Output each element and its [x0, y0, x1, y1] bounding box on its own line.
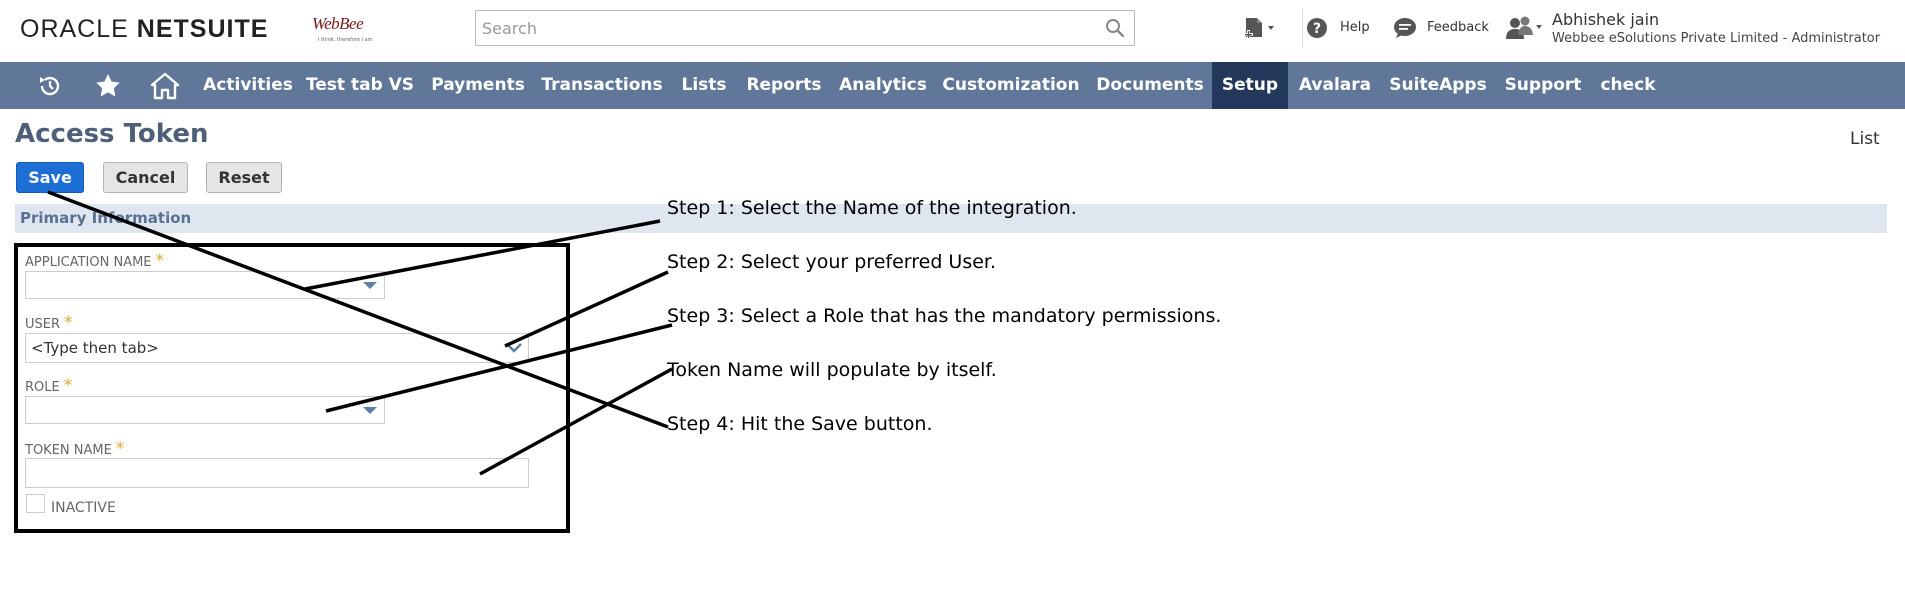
company-logo-text: WebBee — [312, 14, 364, 33]
nav-test-tab-vs[interactable]: Test tab VS — [302, 62, 418, 109]
step3-annotation: Step 3: Select a Role that has the manda… — [667, 305, 1222, 327]
role-select[interactable] — [25, 396, 385, 424]
feedback-icon[interactable] — [1393, 17, 1417, 39]
user-name[interactable]: Abhishek jain — [1552, 10, 1659, 29]
logo-netsuite-text: NETSUITE — [136, 15, 269, 43]
nav-lists[interactable]: Lists — [672, 62, 736, 109]
nav-suiteapps[interactable]: SuiteApps — [1384, 62, 1492, 109]
role-label-text: Role — [25, 380, 60, 395]
nav-payments[interactable]: Payments — [425, 62, 531, 109]
main-navigation: Activities Test tab VS Payments Transact… — [0, 62, 1905, 109]
chevron-down-icon[interactable] — [362, 406, 378, 416]
feedback-link[interactable]: Feedback — [1427, 20, 1489, 35]
step1-annotation: Step 1: Select the Name of the integrati… — [667, 197, 1077, 219]
create-new-icon[interactable] — [1243, 16, 1277, 42]
netsuite-logo[interactable]: ORACLE NETSUITE — [20, 15, 268, 44]
application-name-label-text: Application Name — [25, 255, 152, 270]
nav-reports[interactable]: Reports — [742, 62, 826, 109]
recent-records-icon[interactable] — [30, 62, 70, 109]
user-label-text: User — [25, 317, 61, 332]
step2-pointer-line — [504, 270, 669, 348]
save-button[interactable]: Save — [16, 162, 84, 193]
nav-support[interactable]: Support — [1500, 62, 1586, 109]
search-icon[interactable] — [1105, 18, 1125, 38]
required-marker: * — [63, 376, 73, 396]
nav-documents[interactable]: Documents — [1092, 62, 1208, 109]
nav-setup[interactable]: Setup — [1212, 62, 1288, 109]
required-marker: * — [115, 439, 125, 459]
nav-avalara[interactable]: Avalara — [1294, 62, 1376, 109]
user-select[interactable]: <Type then tab> — [25, 333, 529, 363]
list-link[interactable]: List — [1850, 129, 1880, 149]
top-header: ORACLE NETSUITE WebBee I think, therefor… — [0, 0, 1905, 62]
search-input[interactable] — [482, 11, 1082, 45]
token-name-input[interactable] — [25, 458, 529, 488]
section-title: Primary Information — [20, 209, 192, 227]
required-marker: * — [64, 313, 73, 333]
reset-button[interactable]: Reset — [206, 162, 282, 193]
star-icon[interactable] — [88, 62, 128, 109]
role-label: Role * — [25, 376, 72, 396]
token-name-label: Token Name * — [25, 439, 124, 459]
global-search[interactable] — [475, 10, 1135, 46]
header-divider — [1302, 8, 1303, 48]
help-icon[interactable]: ? — [1306, 17, 1328, 39]
nav-activities[interactable]: Activities — [200, 62, 296, 109]
application-name-label: Application Name * — [25, 251, 164, 271]
user-role[interactable]: Webbee eSolutions Private Limited - Admi… — [1552, 31, 1880, 46]
chevron-down-icon[interactable] — [506, 343, 522, 353]
user-select-value: <Type then tab> — [31, 339, 159, 357]
application-name-select[interactable] — [25, 271, 385, 299]
chevron-down-icon[interactable] — [362, 281, 378, 291]
help-link[interactable]: Help — [1340, 20, 1370, 35]
user-role-icon[interactable] — [1505, 15, 1543, 41]
token-name-label-text: Token Name — [25, 443, 112, 458]
nav-transactions[interactable]: Transactions — [538, 62, 666, 109]
token-name-annotation: Token Name will populate by itself. — [667, 359, 997, 381]
company-logo: WebBee I think, therefore I am — [312, 10, 388, 46]
required-marker: * — [155, 251, 165, 271]
step2-annotation: Step 2: Select your preferred User. — [667, 251, 997, 273]
company-logo-tagline: I think, therefore I am — [318, 37, 373, 43]
nav-check[interactable]: check — [1594, 62, 1662, 109]
page-title: Access Token — [15, 119, 209, 149]
inactive-label: Inactive — [51, 500, 116, 516]
cancel-button[interactable]: Cancel — [103, 162, 188, 193]
step4-annotation: Step 4: Hit the Save button. — [667, 413, 933, 435]
user-label: User * — [25, 313, 73, 333]
inactive-checkbox[interactable] — [26, 494, 45, 513]
nav-customization[interactable]: Customization — [940, 62, 1082, 109]
svg-text:?: ? — [1313, 21, 1321, 37]
nav-analytics[interactable]: Analytics — [833, 62, 933, 109]
logo-oracle-text: ORACLE — [20, 15, 129, 43]
home-icon[interactable] — [145, 62, 185, 109]
